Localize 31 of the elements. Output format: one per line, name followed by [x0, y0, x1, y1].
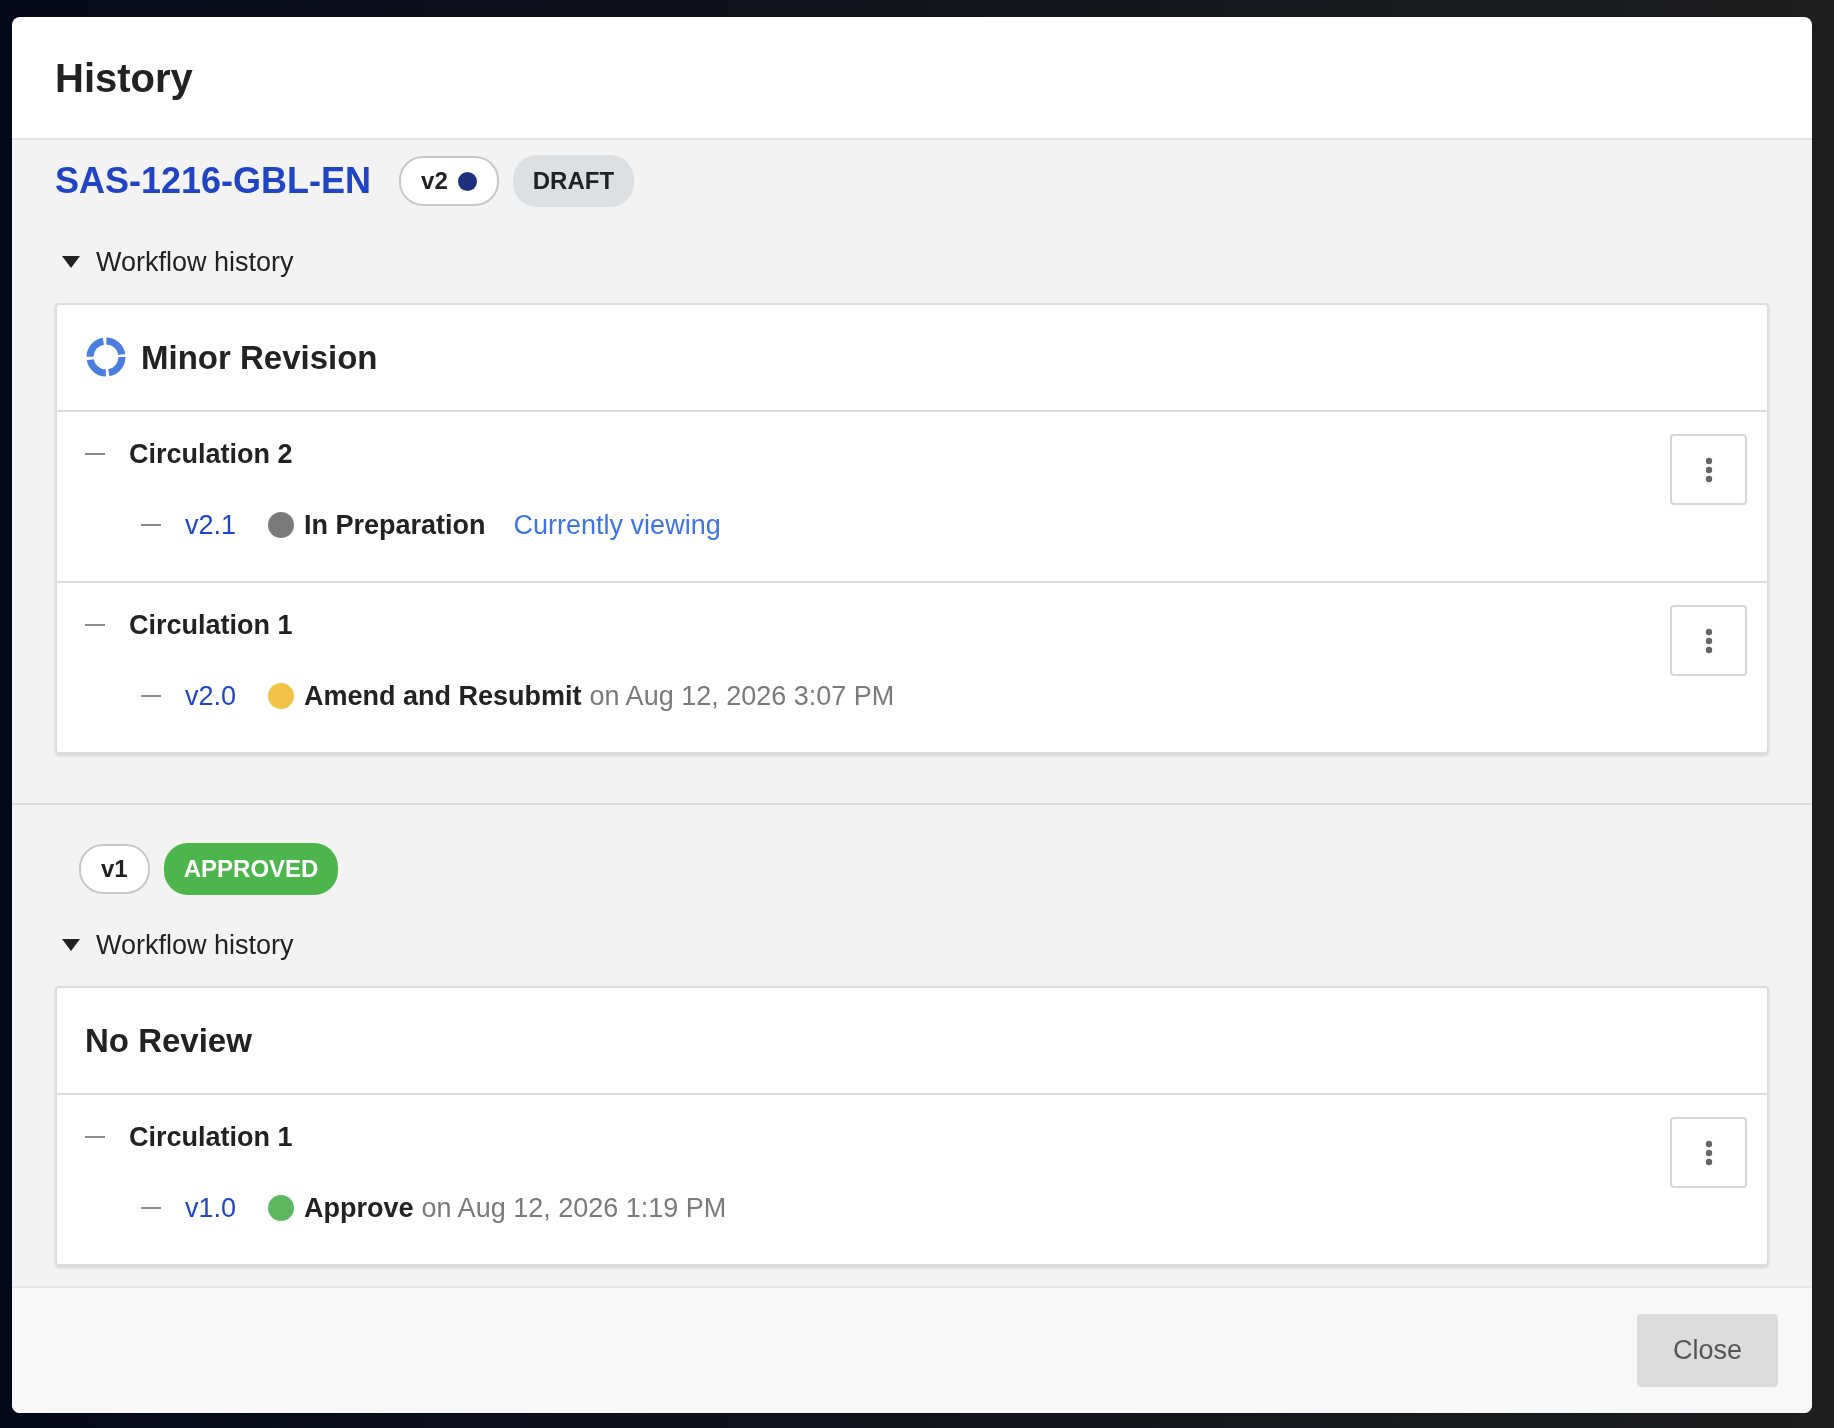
status-badge: APPROVED — [163, 843, 339, 895]
version-pill: v1 — [79, 844, 150, 894]
circulation-title: Circulation 1 — [129, 1121, 293, 1154]
version-link[interactable]: v1.0 — [185, 1187, 237, 1228]
date-text: on Aug 12, 2026 3:07 PM — [589, 679, 895, 713]
more-button[interactable] — [1670, 605, 1747, 676]
caret-icon — [62, 256, 80, 269]
date-text: on Aug 12, 2026 1:19 PM — [421, 1191, 727, 1225]
status-badge: DRAFT — [512, 155, 635, 207]
modal-title: History — [55, 54, 193, 102]
circulation-title: Circulation 2 — [129, 438, 293, 471]
circulation-title: Circulation 1 — [129, 609, 293, 642]
workflow-toggle[interactable]: Workflow history — [62, 925, 294, 966]
kebab-icon — [1704, 456, 1713, 483]
status-text: Approve — [304, 1191, 414, 1225]
version-link[interactable]: v2.0 — [185, 675, 237, 716]
workflow-name: No Review — [85, 1020, 252, 1061]
version-link[interactable]: v2.1 — [185, 504, 237, 545]
kebab-icon — [1704, 1139, 1713, 1166]
workflow-name: Minor Revision — [141, 337, 378, 378]
status-text: In Preparation — [304, 508, 486, 542]
version-pill: v2 — [399, 156, 499, 206]
workflow-toggle[interactable]: Workflow history — [62, 242, 294, 283]
kebab-icon — [1704, 627, 1713, 654]
currently-viewing-link[interactable]: Currently viewing — [513, 504, 721, 545]
status-text: Amend and Resubmit — [304, 679, 582, 713]
close-button[interactable]: Close — [1636, 1314, 1778, 1387]
caret-icon — [62, 939, 80, 952]
document-id-link[interactable]: SAS-1216-GBL-EN — [55, 154, 372, 208]
more-button[interactable] — [1670, 1117, 1747, 1188]
more-button[interactable] — [1670, 434, 1747, 505]
